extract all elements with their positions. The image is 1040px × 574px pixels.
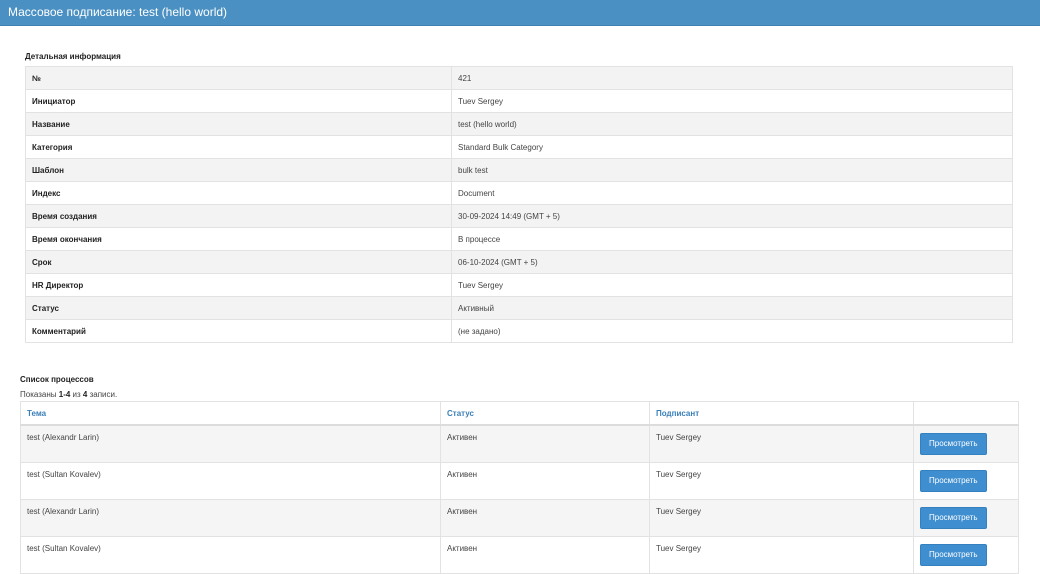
detail-row: Комментарий (не задано) xyxy=(25,319,1013,343)
table-row: test (Sultan Kovalev) Активен Tuev Serge… xyxy=(20,536,1019,574)
summary-prefix: Показаны xyxy=(20,390,59,399)
detail-label: Название xyxy=(25,112,452,136)
cell-actions: Просмотреть xyxy=(913,536,1019,574)
table-row: test (Alexandr Larin) Активен Tuev Serge… xyxy=(20,424,1019,463)
cell-subject: test (Sultan Kovalev) xyxy=(20,536,441,574)
cell-actions: Просмотреть xyxy=(913,424,1019,463)
detail-value: 06-10-2024 (GMT + 5) xyxy=(451,250,1013,274)
cell-status: Активен xyxy=(440,499,650,537)
detail-row: Шаблон bulk test xyxy=(25,158,1013,182)
column-header-status[interactable]: Статус xyxy=(440,401,650,426)
column-header-subject[interactable]: Тема xyxy=(20,401,441,426)
detail-row: Индекс Document xyxy=(25,181,1013,205)
column-header-signer[interactable]: Подписант xyxy=(649,401,914,426)
processes-section-title: Список процессов xyxy=(20,375,94,384)
view-button[interactable]: Просмотреть xyxy=(920,470,987,492)
detail-label: Индекс xyxy=(25,181,452,205)
table-row: test (Sultan Kovalev) Активен Tuev Serge… xyxy=(20,462,1019,500)
view-button[interactable]: Просмотреть xyxy=(920,507,987,529)
detail-value: 30-09-2024 14:49 (GMT + 5) xyxy=(451,204,1013,228)
detail-row: Срок 06-10-2024 (GMT + 5) xyxy=(25,250,1013,274)
cell-subject: test (Alexandr Larin) xyxy=(20,499,441,537)
detail-value: 421 xyxy=(451,66,1013,90)
detail-label: HR Директор xyxy=(25,273,452,297)
detail-value: Document xyxy=(451,181,1013,205)
cell-actions: Просмотреть xyxy=(913,462,1019,500)
cell-subject: test (Sultan Kovalev) xyxy=(20,462,441,500)
cell-actions: Просмотреть xyxy=(913,499,1019,537)
details-table: № 421 Инициатор Tuev Sergey Название tes… xyxy=(25,66,1013,343)
detail-row: Статус Активный xyxy=(25,296,1013,320)
cell-signer: Tuev Sergey xyxy=(649,536,914,574)
detail-label: Категория xyxy=(25,135,452,159)
page-title: Массовое подписание: test (hello world) xyxy=(8,5,228,19)
detail-value: Tuev Sergey xyxy=(451,273,1013,297)
cell-subject: test (Alexandr Larin) xyxy=(20,424,441,463)
detail-row: Инициатор Tuev Sergey xyxy=(25,89,1013,113)
processes-table: Тема Статус Подписант test (Alexandr Lar… xyxy=(20,401,1019,574)
detail-label: Шаблон xyxy=(25,158,452,182)
view-button[interactable]: Просмотреть xyxy=(920,433,987,455)
details-section-title: Детальная информация xyxy=(25,52,121,61)
cell-status: Активен xyxy=(440,462,650,500)
detail-label: Время окончания xyxy=(25,227,452,251)
table-header-row: Тема Статус Подписант xyxy=(20,401,1019,426)
column-header-actions xyxy=(913,401,1019,426)
detail-label: Время создания xyxy=(25,204,452,228)
detail-value: Tuev Sergey xyxy=(451,89,1013,113)
cell-status: Активен xyxy=(440,536,650,574)
summary-suffix: записи. xyxy=(87,390,118,399)
cell-signer: Tuev Sergey xyxy=(649,424,914,463)
cell-signer: Tuev Sergey xyxy=(649,462,914,500)
table-row: test (Alexandr Larin) Активен Tuev Serge… xyxy=(20,499,1019,537)
detail-row: Категория Standard Bulk Category xyxy=(25,135,1013,159)
detail-label: Инициатор xyxy=(25,89,452,113)
detail-row: Время окончания В процессе xyxy=(25,227,1013,251)
cell-status: Активен xyxy=(440,424,650,463)
detail-label: Срок xyxy=(25,250,452,274)
summary-range: 1-4 xyxy=(58,390,71,399)
detail-value: Активный xyxy=(451,296,1013,320)
detail-row: HR Директор Tuev Sergey xyxy=(25,273,1013,297)
detail-row: Название test (hello world) xyxy=(25,112,1013,136)
detail-label: Комментарий xyxy=(25,319,452,343)
page-header: Массовое подписание: test (hello world) xyxy=(0,0,1040,26)
detail-value: test (hello world) xyxy=(451,112,1013,136)
detail-value: (не задано) xyxy=(451,319,1013,343)
detail-value: В процессе xyxy=(451,227,1013,251)
records-summary: Показаны 1-4 из 4 записи. xyxy=(20,390,117,399)
cell-signer: Tuev Sergey xyxy=(649,499,914,537)
detail-row: № 421 xyxy=(25,66,1013,90)
detail-label: № xyxy=(25,66,452,90)
detail-row: Время создания 30-09-2024 14:49 (GMT + 5… xyxy=(25,204,1013,228)
detail-value: bulk test xyxy=(451,158,1013,182)
detail-label: Статус xyxy=(25,296,452,320)
summary-middle: из xyxy=(70,390,83,399)
detail-value: Standard Bulk Category xyxy=(451,135,1013,159)
view-button[interactable]: Просмотреть xyxy=(920,544,987,566)
